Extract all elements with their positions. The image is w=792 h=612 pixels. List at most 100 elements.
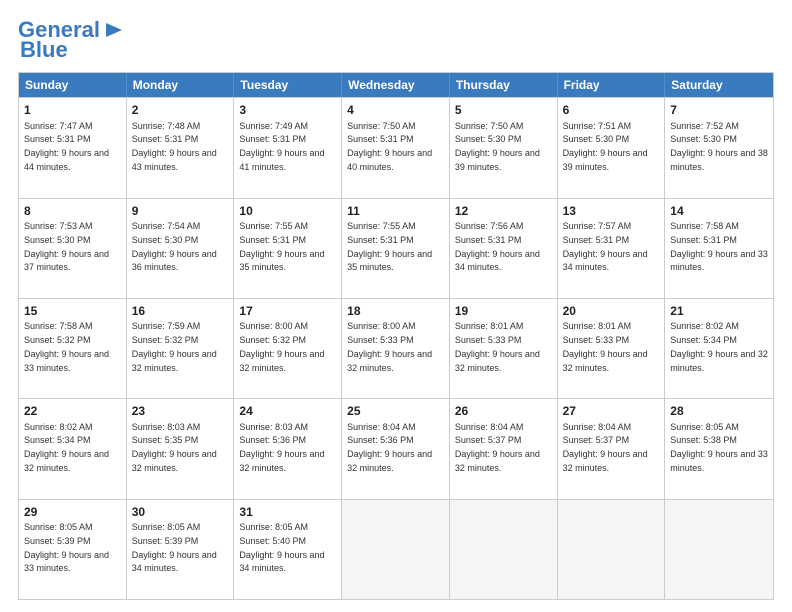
day-info: Sunrise: 8:05 AMSunset: 5:39 PMDaylight:…	[24, 522, 109, 573]
day-number: 9	[132, 203, 229, 219]
day-number: 8	[24, 203, 121, 219]
day-cell-6: 6 Sunrise: 7:51 AMSunset: 5:30 PMDayligh…	[558, 98, 666, 197]
day-info: Sunrise: 8:04 AMSunset: 5:37 PMDaylight:…	[455, 422, 540, 473]
empty-cell	[665, 500, 773, 599]
calendar: SundayMondayTuesdayWednesdayThursdayFrid…	[18, 72, 774, 600]
calendar-body: 1 Sunrise: 7:47 AMSunset: 5:31 PMDayligh…	[19, 97, 773, 599]
day-number: 22	[24, 403, 121, 419]
day-number: 10	[239, 203, 336, 219]
day-cell-24: 24 Sunrise: 8:03 AMSunset: 5:36 PMDaylig…	[234, 399, 342, 498]
day-info: Sunrise: 8:05 AMSunset: 5:38 PMDaylight:…	[670, 422, 768, 473]
calendar-header: SundayMondayTuesdayWednesdayThursdayFrid…	[19, 73, 773, 97]
day-number: 27	[563, 403, 660, 419]
day-cell-22: 22 Sunrise: 8:02 AMSunset: 5:34 PMDaylig…	[19, 399, 127, 498]
day-cell-17: 17 Sunrise: 8:00 AMSunset: 5:32 PMDaylig…	[234, 299, 342, 398]
day-info: Sunrise: 7:56 AMSunset: 5:31 PMDaylight:…	[455, 221, 540, 272]
day-info: Sunrise: 7:57 AMSunset: 5:31 PMDaylight:…	[563, 221, 648, 272]
calendar-row-5: 29 Sunrise: 8:05 AMSunset: 5:39 PMDaylig…	[19, 499, 773, 599]
day-cell-1: 1 Sunrise: 7:47 AMSunset: 5:31 PMDayligh…	[19, 98, 127, 197]
day-cell-9: 9 Sunrise: 7:54 AMSunset: 5:30 PMDayligh…	[127, 199, 235, 298]
day-number: 12	[455, 203, 552, 219]
empty-cell	[342, 500, 450, 599]
day-cell-3: 3 Sunrise: 7:49 AMSunset: 5:31 PMDayligh…	[234, 98, 342, 197]
day-cell-12: 12 Sunrise: 7:56 AMSunset: 5:31 PMDaylig…	[450, 199, 558, 298]
day-cell-21: 21 Sunrise: 8:02 AMSunset: 5:34 PMDaylig…	[665, 299, 773, 398]
day-number: 16	[132, 303, 229, 319]
day-info: Sunrise: 7:50 AMSunset: 5:30 PMDaylight:…	[455, 121, 540, 172]
calendar-row-1: 1 Sunrise: 7:47 AMSunset: 5:31 PMDayligh…	[19, 97, 773, 197]
weekday-header-friday: Friday	[558, 73, 666, 97]
day-number: 11	[347, 203, 444, 219]
empty-cell	[450, 500, 558, 599]
day-number: 17	[239, 303, 336, 319]
day-number: 28	[670, 403, 768, 419]
day-number: 5	[455, 102, 552, 118]
empty-cell	[558, 500, 666, 599]
day-info: Sunrise: 7:49 AMSunset: 5:31 PMDaylight:…	[239, 121, 324, 172]
day-cell-29: 29 Sunrise: 8:05 AMSunset: 5:39 PMDaylig…	[19, 500, 127, 599]
day-info: Sunrise: 8:04 AMSunset: 5:37 PMDaylight:…	[563, 422, 648, 473]
calendar-row-2: 8 Sunrise: 7:53 AMSunset: 5:30 PMDayligh…	[19, 198, 773, 298]
day-cell-13: 13 Sunrise: 7:57 AMSunset: 5:31 PMDaylig…	[558, 199, 666, 298]
day-cell-14: 14 Sunrise: 7:58 AMSunset: 5:31 PMDaylig…	[665, 199, 773, 298]
header: General Blue	[18, 18, 774, 62]
day-cell-20: 20 Sunrise: 8:01 AMSunset: 5:33 PMDaylig…	[558, 299, 666, 398]
day-number: 6	[563, 102, 660, 118]
day-info: Sunrise: 7:48 AMSunset: 5:31 PMDaylight:…	[132, 121, 217, 172]
day-number: 23	[132, 403, 229, 419]
logo: General Blue	[18, 18, 124, 62]
day-info: Sunrise: 8:03 AMSunset: 5:35 PMDaylight:…	[132, 422, 217, 473]
day-info: Sunrise: 8:00 AMSunset: 5:33 PMDaylight:…	[347, 321, 432, 372]
day-number: 1	[24, 102, 121, 118]
weekday-header-tuesday: Tuesday	[234, 73, 342, 97]
day-cell-30: 30 Sunrise: 8:05 AMSunset: 5:39 PMDaylig…	[127, 500, 235, 599]
day-number: 14	[670, 203, 768, 219]
day-info: Sunrise: 7:58 AMSunset: 5:32 PMDaylight:…	[24, 321, 109, 372]
day-info: Sunrise: 7:52 AMSunset: 5:30 PMDaylight:…	[670, 121, 768, 172]
day-cell-11: 11 Sunrise: 7:55 AMSunset: 5:31 PMDaylig…	[342, 199, 450, 298]
day-number: 18	[347, 303, 444, 319]
day-info: Sunrise: 8:05 AMSunset: 5:40 PMDaylight:…	[239, 522, 324, 573]
day-info: Sunrise: 7:55 AMSunset: 5:31 PMDaylight:…	[347, 221, 432, 272]
day-number: 19	[455, 303, 552, 319]
logo-text2: Blue	[20, 38, 68, 62]
page: General Blue SundayMondayTuesdayWednesda…	[0, 0, 792, 612]
day-number: 25	[347, 403, 444, 419]
day-cell-26: 26 Sunrise: 8:04 AMSunset: 5:37 PMDaylig…	[450, 399, 558, 498]
day-number: 21	[670, 303, 768, 319]
day-info: Sunrise: 8:04 AMSunset: 5:36 PMDaylight:…	[347, 422, 432, 473]
day-number: 13	[563, 203, 660, 219]
day-info: Sunrise: 8:05 AMSunset: 5:39 PMDaylight:…	[132, 522, 217, 573]
day-info: Sunrise: 7:51 AMSunset: 5:30 PMDaylight:…	[563, 121, 648, 172]
day-number: 3	[239, 102, 336, 118]
weekday-header-monday: Monday	[127, 73, 235, 97]
day-number: 20	[563, 303, 660, 319]
day-info: Sunrise: 8:02 AMSunset: 5:34 PMDaylight:…	[24, 422, 109, 473]
day-cell-28: 28 Sunrise: 8:05 AMSunset: 5:38 PMDaylig…	[665, 399, 773, 498]
day-info: Sunrise: 8:00 AMSunset: 5:32 PMDaylight:…	[239, 321, 324, 372]
day-cell-7: 7 Sunrise: 7:52 AMSunset: 5:30 PMDayligh…	[665, 98, 773, 197]
day-info: Sunrise: 7:47 AMSunset: 5:31 PMDaylight:…	[24, 121, 109, 172]
day-number: 31	[239, 504, 336, 520]
day-number: 30	[132, 504, 229, 520]
day-number: 4	[347, 102, 444, 118]
day-cell-27: 27 Sunrise: 8:04 AMSunset: 5:37 PMDaylig…	[558, 399, 666, 498]
day-cell-16: 16 Sunrise: 7:59 AMSunset: 5:32 PMDaylig…	[127, 299, 235, 398]
day-number: 15	[24, 303, 121, 319]
day-info: Sunrise: 7:59 AMSunset: 5:32 PMDaylight:…	[132, 321, 217, 372]
day-info: Sunrise: 8:01 AMSunset: 5:33 PMDaylight:…	[455, 321, 540, 372]
day-number: 24	[239, 403, 336, 419]
day-info: Sunrise: 7:55 AMSunset: 5:31 PMDaylight:…	[239, 221, 324, 272]
day-cell-31: 31 Sunrise: 8:05 AMSunset: 5:40 PMDaylig…	[234, 500, 342, 599]
day-cell-15: 15 Sunrise: 7:58 AMSunset: 5:32 PMDaylig…	[19, 299, 127, 398]
weekday-header-saturday: Saturday	[665, 73, 773, 97]
day-cell-5: 5 Sunrise: 7:50 AMSunset: 5:30 PMDayligh…	[450, 98, 558, 197]
day-cell-2: 2 Sunrise: 7:48 AMSunset: 5:31 PMDayligh…	[127, 98, 235, 197]
day-cell-4: 4 Sunrise: 7:50 AMSunset: 5:31 PMDayligh…	[342, 98, 450, 197]
day-info: Sunrise: 7:58 AMSunset: 5:31 PMDaylight:…	[670, 221, 768, 272]
calendar-row-4: 22 Sunrise: 8:02 AMSunset: 5:34 PMDaylig…	[19, 398, 773, 498]
day-cell-10: 10 Sunrise: 7:55 AMSunset: 5:31 PMDaylig…	[234, 199, 342, 298]
weekday-header-thursday: Thursday	[450, 73, 558, 97]
day-cell-25: 25 Sunrise: 8:04 AMSunset: 5:36 PMDaylig…	[342, 399, 450, 498]
day-info: Sunrise: 8:02 AMSunset: 5:34 PMDaylight:…	[670, 321, 768, 372]
